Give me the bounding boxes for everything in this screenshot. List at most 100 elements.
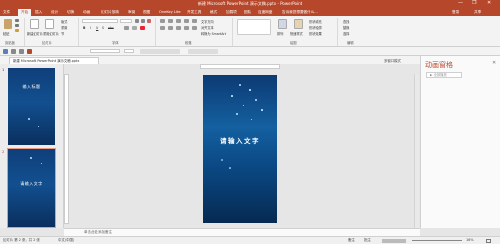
font-color-icon[interactable] [140, 26, 145, 30]
tab-insert[interactable]: 插入 [35, 9, 42, 16]
tab-addins[interactable]: 加载项 [226, 9, 237, 16]
close-pane-icon[interactable]: ✕ [492, 60, 496, 66]
text-direction-button[interactable]: 文字方向 [201, 19, 214, 24]
language-indicator[interactable]: 中文(中国) [58, 237, 74, 244]
bullets-icon[interactable] [160, 19, 165, 23]
zoom-level[interactable]: 16% [466, 237, 474, 244]
numbering-icon[interactable] [168, 19, 173, 23]
slide-thumbnail-2[interactable]: 请输入文字 [7, 148, 56, 228]
toolbar-font-dropdown[interactable] [90, 49, 120, 53]
share-button[interactable]: 共享 [474, 9, 481, 16]
document-tab[interactable]: 新建 Microsoft PowerPoint 演示文稿.pptx [9, 57, 99, 64]
tell-me-search[interactable]: 告诉我您想要做什么... [282, 9, 318, 16]
tab-review[interactable]: 审阅 [128, 9, 135, 16]
paste-icon[interactable] [4, 19, 12, 29]
shape-effects-button[interactable]: 形状效果 [309, 31, 322, 36]
tab-home[interactable]: 开始 [18, 9, 32, 16]
tab-design[interactable]: 设计 [51, 9, 58, 16]
notes-pane[interactable]: 单击此处添加备注 [64, 228, 420, 236]
comments-toggle[interactable]: 批注 [364, 237, 371, 244]
new-slide-button[interactable]: 新建幻灯片 [27, 31, 43, 36]
select-button[interactable]: 选择 [343, 31, 349, 36]
toolbar-size-dropdown[interactable] [124, 49, 134, 53]
tab-slideshow[interactable]: 幻灯片放映 [101, 9, 119, 16]
justify-icon[interactable] [184, 26, 189, 30]
restore-button[interactable]: ❐ [472, 1, 476, 6]
layout-button[interactable]: 版式 [61, 19, 67, 24]
align-right-icon[interactable] [176, 26, 181, 30]
italic-button[interactable]: I [90, 26, 91, 30]
tab-transitions[interactable]: 切换 [67, 9, 74, 16]
font-family-dropdown[interactable] [82, 19, 118, 23]
minimize-button[interactable]: — [458, 1, 463, 6]
format-painter-icon[interactable] [15, 29, 19, 32]
find-button[interactable]: 查找 [343, 19, 349, 24]
vertical-scrollbar[interactable] [414, 74, 419, 228]
ribbon: 粘贴 剪贴板 新建幻灯片 重用幻灯片 版式 重置 节 幻灯片 B I U S a… [0, 16, 500, 47]
tab-view[interactable]: 视图 [143, 9, 150, 16]
cut-icon[interactable] [15, 19, 19, 22]
quick-styles-button[interactable]: 快速样式 [290, 31, 303, 36]
section-button[interactable]: 节 [61, 31, 64, 36]
tab-onekey[interactable]: OneKey Lite [159, 9, 181, 16]
zoom-slider[interactable] [412, 240, 462, 241]
slide-text[interactable]: 请输入文字 [203, 135, 277, 145]
arrange-button[interactable]: 排列 [277, 31, 283, 36]
current-slide[interactable]: 请输入文字 [203, 75, 277, 223]
align-center-icon[interactable] [168, 26, 173, 30]
toolbar-paragraph-strip[interactable] [188, 49, 218, 54]
redo-icon[interactable] [19, 49, 24, 54]
group-font-label: 字体 [112, 41, 119, 45]
columns-icon[interactable] [192, 26, 197, 30]
tab-baidu[interactable]: 百度网盘 [258, 9, 272, 16]
reuse-slide-button[interactable]: 重用幻灯片 [43, 31, 59, 36]
clear-format-icon[interactable] [147, 19, 151, 23]
font-size-dropdown[interactable] [120, 19, 132, 23]
bold-button[interactable]: B [83, 26, 85, 30]
decrease-font-icon[interactable] [141, 19, 145, 23]
reset-button[interactable]: 重置 [61, 25, 67, 30]
sparkle [239, 84, 241, 86]
character-spacing-icon[interactable] [124, 26, 129, 30]
copy-icon[interactable] [15, 24, 19, 27]
horizontal-ruler [200, 64, 280, 69]
change-case-icon[interactable] [132, 26, 137, 30]
underline-button[interactable]: U [96, 26, 98, 30]
toolbar-format-strip[interactable] [140, 49, 180, 54]
tab-developer[interactable]: 开发工具 [187, 9, 201, 16]
start-slideshow-icon[interactable] [27, 49, 32, 54]
align-left-icon[interactable] [160, 26, 165, 30]
shadow-button[interactable]: S [102, 26, 104, 30]
sparkle [221, 159, 223, 161]
reuse-slide-icon[interactable] [45, 19, 54, 29]
slide-thumbnail-1[interactable]: 输入标题 [8, 68, 55, 145]
increase-indent-icon[interactable] [184, 19, 189, 23]
decrease-indent-icon[interactable] [176, 19, 181, 23]
shape-outline-button[interactable]: 形状轮廓 [309, 25, 322, 30]
shapes-gallery[interactable] [237, 19, 271, 35]
convert-smartart-button[interactable]: 转换为 SmartArt [201, 31, 226, 36]
strikethrough-button[interactable]: abc [108, 26, 114, 30]
view-buttons[interactable] [382, 239, 406, 243]
line-spacing-icon[interactable] [192, 19, 197, 23]
replace-button[interactable]: 替换 [343, 25, 349, 30]
tab-format[interactable]: 格式 [210, 9, 217, 16]
paste-button[interactable]: 粘贴 [3, 31, 9, 36]
new-slide-icon[interactable] [30, 19, 39, 29]
tab-file[interactable]: 文件 [3, 9, 10, 16]
undo-icon[interactable] [11, 49, 16, 54]
shape-fill-button[interactable]: 形状填充 [309, 19, 322, 24]
arrange-icon[interactable] [278, 19, 287, 29]
increase-font-icon[interactable] [135, 19, 139, 23]
fit-slide-icon[interactable] [486, 239, 491, 243]
align-text-button[interactable]: 对齐文本 [201, 25, 214, 30]
tab-team[interactable]: 团队 [244, 9, 251, 16]
save-icon[interactable] [3, 49, 8, 54]
quick-styles-icon[interactable] [294, 19, 303, 29]
tab-animations[interactable]: 动画 [83, 9, 90, 16]
multi-window-toggle[interactable]: 多窗口模式 [384, 58, 401, 63]
sign-in-link[interactable]: 登录 [452, 9, 459, 16]
close-button[interactable]: ✕ [487, 1, 491, 6]
notes-toggle[interactable]: 备注 [348, 237, 355, 244]
play-all-button[interactable]: ▶ 全部播放 [426, 72, 462, 78]
